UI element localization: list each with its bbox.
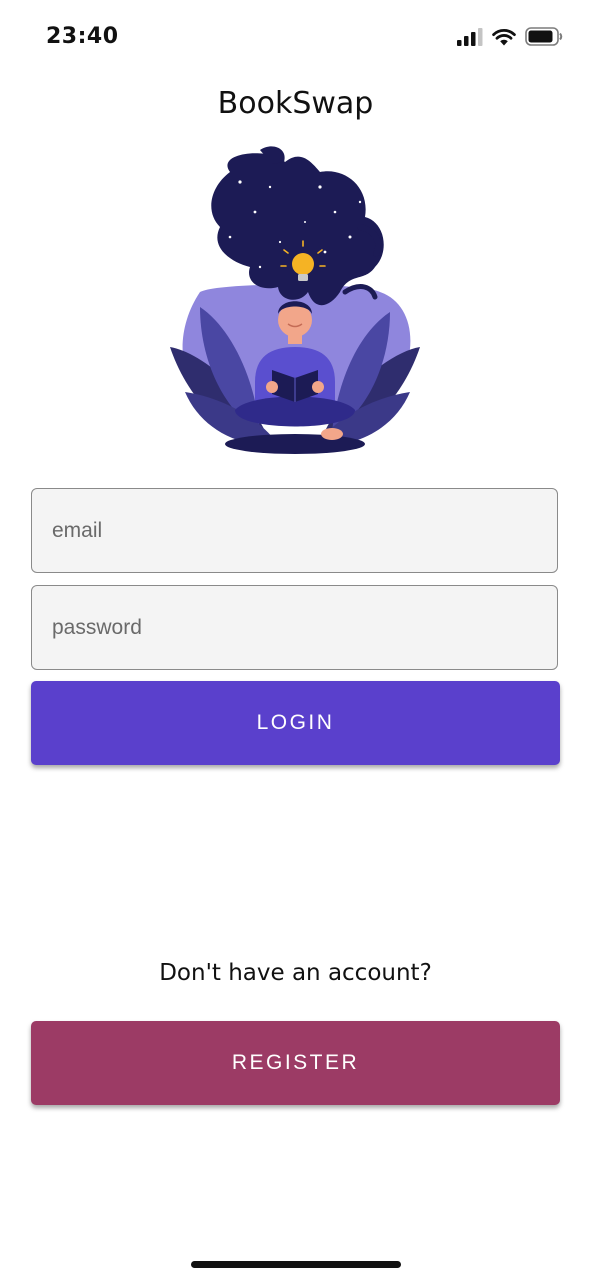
battery-icon (525, 27, 563, 46)
home-indicator (191, 1261, 401, 1268)
register-button-label: REGISTER (231, 1051, 360, 1074)
status-time: 23:40 (46, 24, 119, 49)
app-title: BookSwap (217, 86, 374, 121)
email-field[interactable] (31, 488, 558, 573)
password-field[interactable] (31, 585, 558, 670)
reading-woman-illustration (170, 146, 420, 454)
register-prompt: Don't have an account? (159, 960, 432, 986)
cellular-signal-icon (457, 27, 483, 46)
register-button[interactable]: REGISTER (31, 1021, 560, 1105)
login-button[interactable]: LOGIN (31, 681, 560, 765)
email-input[interactable] (32, 489, 557, 572)
status-icons (457, 27, 563, 46)
password-input[interactable] (32, 586, 557, 669)
wifi-icon (492, 28, 516, 45)
status-bar: 23:40 (0, 0, 591, 70)
login-button-label: LOGIN (256, 711, 335, 734)
